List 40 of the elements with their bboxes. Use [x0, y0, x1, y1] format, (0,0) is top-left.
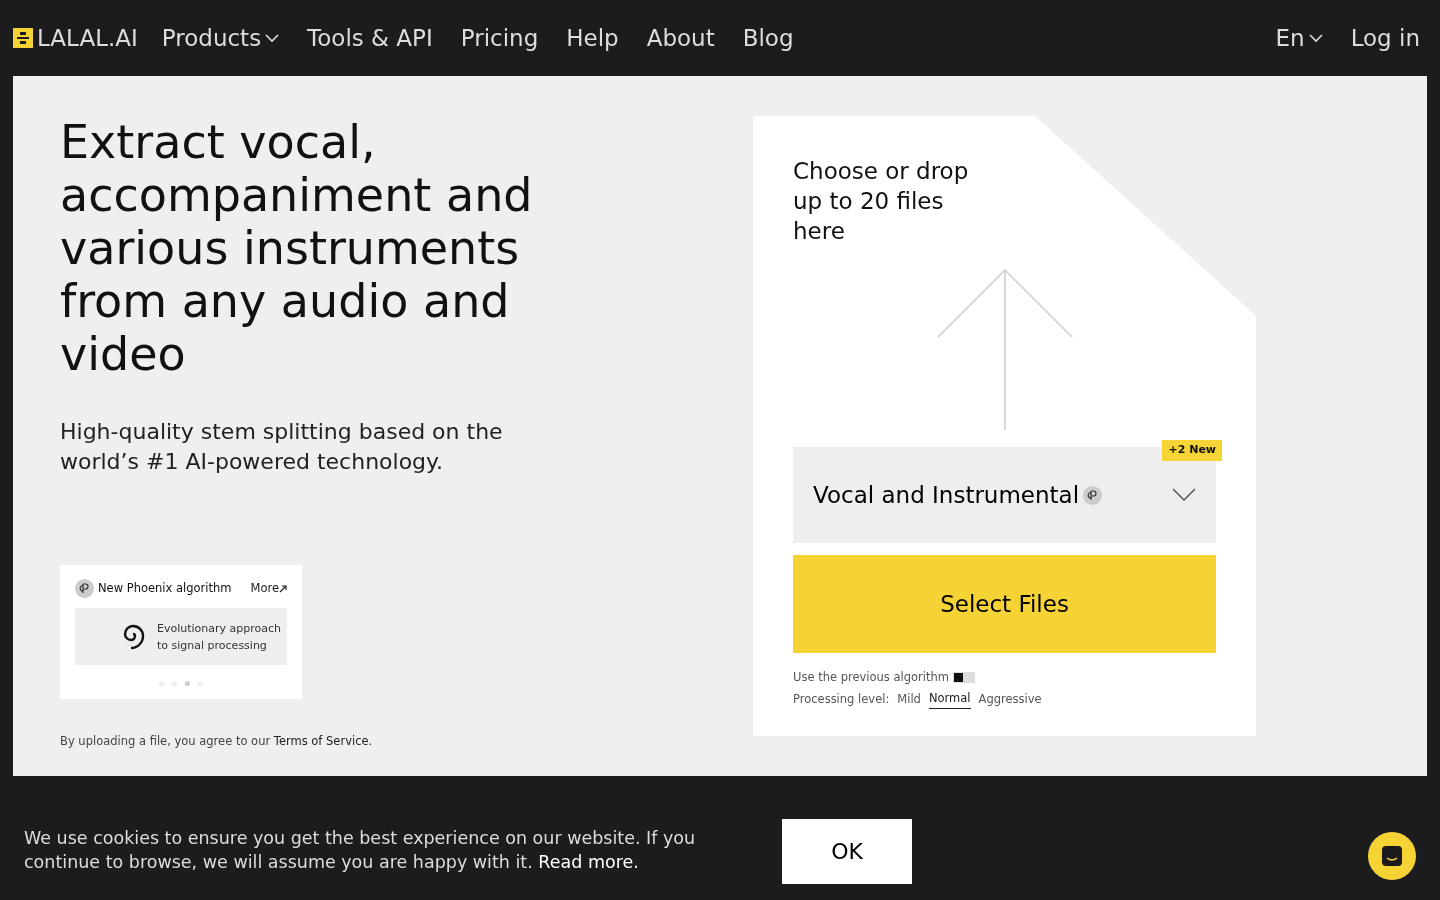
nav-link[interactable]: Blog — [742, 20, 794, 56]
arrow-up-right-icon — [279, 584, 287, 593]
hero-title: Extract vocal, accompaniment and various instruments from any audio and video — [60, 116, 534, 381]
hero-subtitle: High-quality stem splitting based on the world’s #1 AI-powered technology. — [60, 418, 504, 476]
slide-text: Evolutionary approach — [157, 620, 282, 637]
slide-text: to signal processing — [157, 637, 268, 654]
select-files-button[interactable]: Select Files — [793, 555, 1216, 653]
login-link[interactable]: Log in — [1350, 20, 1420, 56]
terms-text: By uploading a file, you agree to our Terms of Service. — [60, 733, 374, 750]
chevron-down-icon — [1308, 33, 1323, 43]
level-option[interactable]: Mild — [897, 690, 921, 708]
nav-link[interactable]: Tools & API — [307, 20, 433, 56]
promo-title: New Phoenix algorithm — [98, 579, 232, 597]
level-option[interactable]: Normal — [928, 690, 971, 709]
chevron-down-icon — [1172, 488, 1196, 502]
phoenix-icon — [1083, 485, 1103, 505]
new-badge: +2 New — [1162, 440, 1222, 461]
language-selector[interactable]: En — [1275, 20, 1323, 56]
nav-link[interactable]: Pricing — [460, 20, 539, 56]
level-option[interactable]: Aggressive — [978, 690, 1042, 708]
processing-level-label: Processing level: — [793, 690, 890, 708]
nav-link[interactable]: Products — [161, 20, 280, 56]
read-more-link[interactable]: Read more. — [538, 852, 639, 872]
carousel-dot[interactable] — [185, 681, 190, 686]
toggle-switch[interactable] — [953, 672, 975, 684]
upload-panel[interactable]: Choose or drop up to 20 files here Vocal and Instrumental +2 New Select Files Use the previous algorithm Processing level: Mild Normal Aggressive — [753, 116, 1256, 736]
more-link[interactable]: More — [250, 579, 287, 598]
toggle-label: Use the previous algorithm — [793, 669, 949, 686]
upload-prompt: Choose or drop up to 20 files here — [793, 157, 970, 246]
nav-link[interactable]: Help — [566, 20, 619, 56]
chat-icon — [1381, 845, 1403, 867]
phoenix-icon — [75, 579, 94, 598]
logo-text: LALAL.AI — [37, 23, 138, 53]
chat-button[interactable] — [1368, 832, 1416, 880]
ok-button[interactable]: OK — [782, 819, 912, 884]
cookie-text: We use cookies to ensure you get the best experience on our website. If you continue to browse, we will assume you are happy with it. Read more. — [24, 827, 697, 874]
logo-icon — [13, 28, 33, 48]
terms-link[interactable]: Terms of Service. — [273, 734, 373, 748]
arrow-up-icon — [936, 268, 1073, 431]
nav-link[interactable]: About — [646, 20, 715, 56]
